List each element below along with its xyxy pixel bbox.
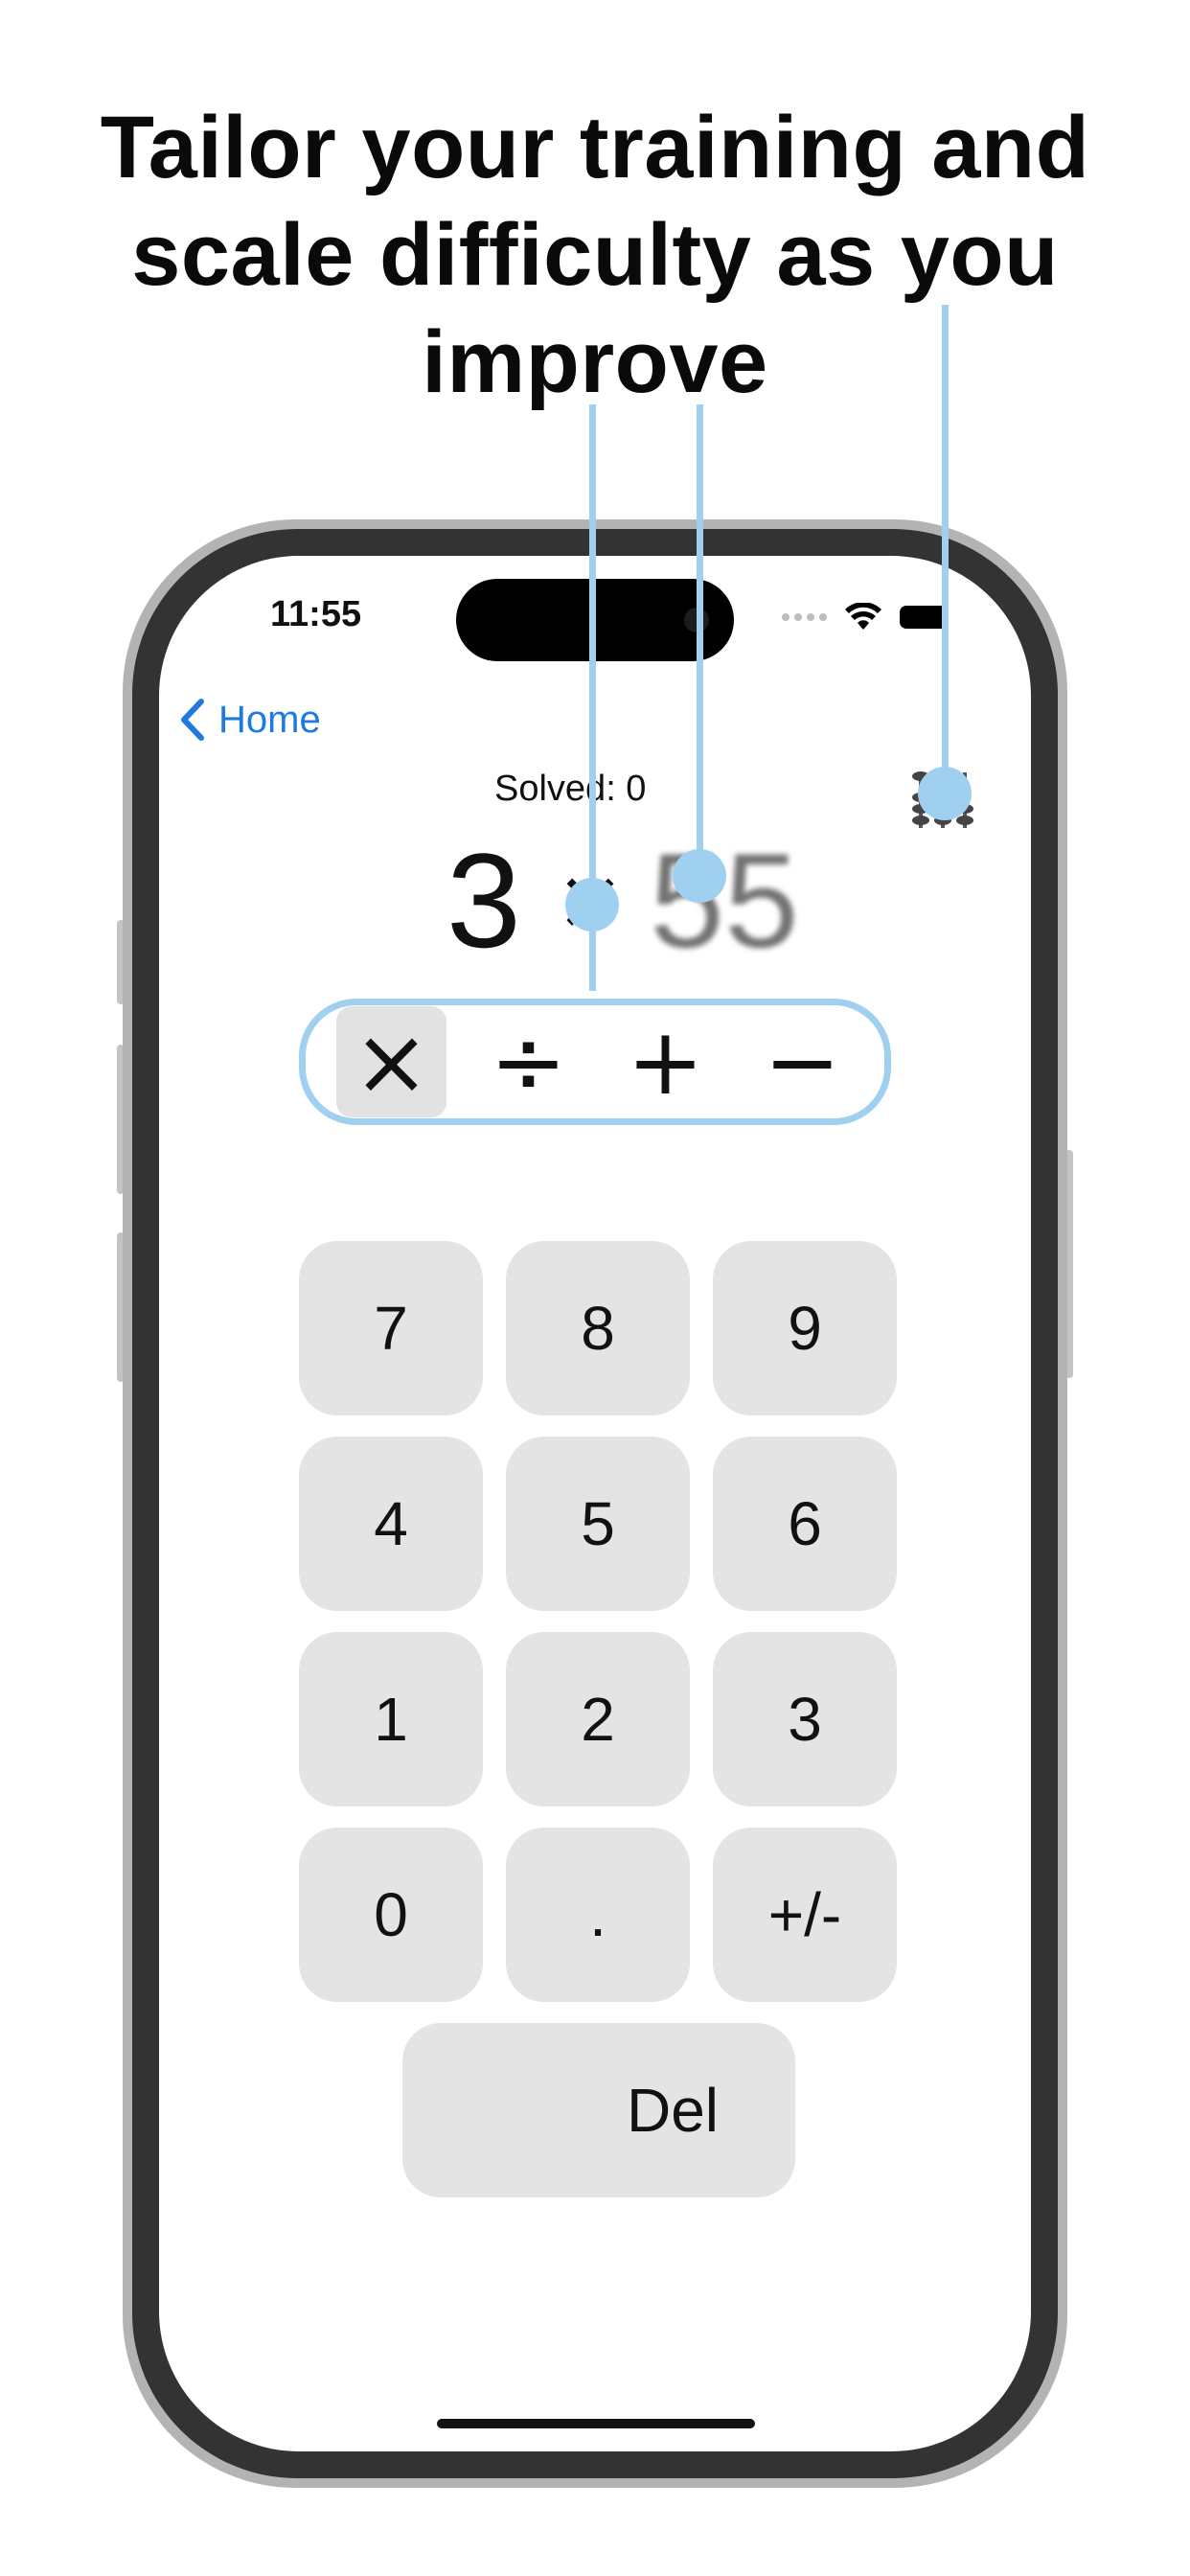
back-button[interactable]: Home — [178, 698, 321, 742]
back-label: Home — [218, 698, 321, 741]
key-1[interactable]: 1 — [299, 1632, 483, 1806]
key-0[interactable]: 0 — [299, 1828, 483, 2002]
key-5[interactable]: 5 — [506, 1437, 690, 1611]
key-2[interactable]: 2 — [506, 1632, 690, 1806]
marketing-screenshot: Tailor your training and scale difficult… — [0, 0, 1190, 2576]
key-decimal[interactable]: . — [506, 1828, 690, 2002]
headline: Tailor your training and scale difficult… — [0, 94, 1190, 416]
status-time: 11:55 — [270, 594, 362, 634]
battery-icon — [900, 606, 948, 629]
problem-left-operand: 3 — [446, 825, 521, 976]
key-6[interactable]: 6 — [713, 1437, 897, 1611]
callout-dot-settings — [918, 767, 972, 820]
operator-multiply-button[interactable]: × — [336, 1006, 446, 1117]
problem-right-operand: 55 — [650, 823, 799, 978]
status-icons — [782, 600, 948, 634]
operator-add-button[interactable]: + — [610, 1006, 721, 1117]
key-4[interactable]: 4 — [299, 1437, 483, 1611]
signal-dots-icon — [782, 613, 827, 621]
key-9[interactable]: 9 — [713, 1241, 897, 1415]
home-indicator — [437, 2419, 755, 2428]
delete-button[interactable]: Del — [402, 2023, 795, 2197]
chevron-left-icon — [181, 699, 204, 741]
operator-selector: × ÷ + − — [299, 999, 891, 1125]
callout-dot-difficulty — [673, 849, 726, 903]
callout-dot-operator — [565, 878, 619, 932]
callout-line-settings — [942, 305, 949, 794]
solved-counter: Solved: 0 — [494, 769, 647, 809]
headline-line-3: improve — [422, 313, 768, 411]
key-8[interactable]: 8 — [506, 1241, 690, 1415]
key-7[interactable]: 7 — [299, 1241, 483, 1415]
operator-divide-button[interactable]: ÷ — [473, 1006, 584, 1117]
headline-line-1: Tailor your training and — [100, 99, 1090, 196]
callout-line-difficulty — [697, 404, 703, 874]
problem-display: 3 × 55 — [446, 823, 799, 978]
wifi-icon — [845, 603, 881, 630]
headline-line-2: scale difficulty as you — [131, 206, 1059, 304]
operator-subtract-button[interactable]: − — [747, 1006, 858, 1117]
key-sign-toggle[interactable]: +/- — [713, 1828, 897, 2002]
key-3[interactable]: 3 — [713, 1632, 897, 1806]
